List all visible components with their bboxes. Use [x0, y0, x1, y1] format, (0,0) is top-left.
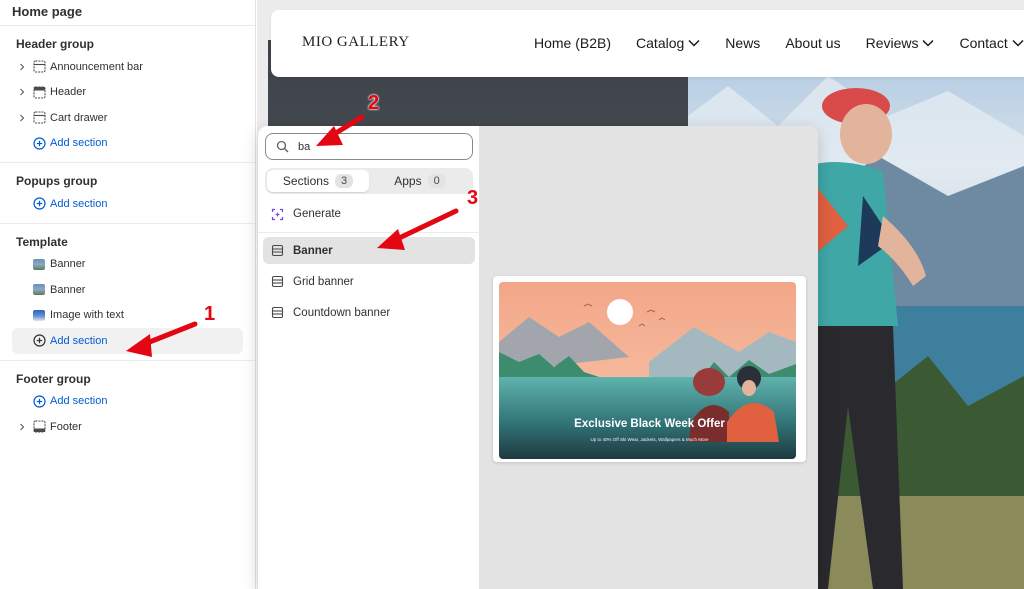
- nav-news[interactable]: News: [725, 35, 760, 51]
- annotation-number-1: 1: [204, 303, 216, 325]
- add-section-button[interactable]: Add section: [0, 389, 243, 415]
- footer-group: Footer group Add section Footer: [0, 361, 255, 446]
- popups-group: Popups group Add section: [0, 163, 255, 224]
- tab-count-badge: 3: [334, 174, 354, 188]
- section-announcement-bar[interactable]: Announcement bar: [0, 54, 243, 80]
- layout-section-icon: [32, 60, 46, 74]
- add-section-button[interactable]: Add section: [0, 131, 243, 157]
- chevron-down-icon: [922, 39, 935, 47]
- section-label: Announcement bar: [50, 60, 143, 73]
- tab-count-badge: 0: [427, 174, 446, 188]
- plus-circle-icon: [32, 334, 46, 348]
- banner-subtitle: Up to 40% Off Ski Wear, Jackets, Wallpap…: [590, 437, 709, 442]
- storefront-header: MIO GALLERY Home (B2B) Catalog News Abou…: [271, 10, 1024, 77]
- chevron-down-icon: [688, 39, 700, 47]
- chevron-down-icon: [1012, 39, 1024, 47]
- nav-contact[interactable]: Contact: [959, 35, 1024, 51]
- generate-button[interactable]: Generate: [265, 202, 473, 226]
- group-title-header: Header group: [16, 37, 95, 51]
- tab-apps[interactable]: Apps 0: [369, 170, 471, 192]
- section-preview-pane: Exclusive Black Week Offer Up to 40% Off…: [479, 126, 818, 589]
- section-banner[interactable]: Banner: [0, 277, 243, 303]
- search-box[interactable]: [265, 133, 473, 160]
- section-label: Footer: [50, 420, 82, 433]
- add-section-label: Add section: [50, 197, 108, 210]
- banner-illustration: [499, 282, 796, 459]
- section-picker: Sections3 Apps0 Generate Banner Grid ban…: [258, 126, 818, 589]
- result-countdown-banner[interactable]: Countdown banner: [263, 299, 475, 326]
- banner-preview-card: Exclusive Black Week Offer Up to 40% Off…: [493, 276, 806, 462]
- section-label: Header: [50, 86, 87, 99]
- layout-section-icon: [32, 111, 46, 125]
- group-title-template: Template: [16, 234, 68, 249]
- generate-label: Generate: [293, 208, 341, 220]
- section-banner[interactable]: Banner: [0, 252, 243, 278]
- magic-generate-icon: [271, 207, 285, 221]
- nav-about-us[interactable]: About us: [785, 35, 840, 51]
- image-icon: [32, 257, 46, 271]
- chevron-right-icon[interactable]: [16, 61, 28, 73]
- layout-header-icon: [32, 85, 46, 99]
- header-group: Header group Announcement bar Header Car…: [0, 26, 255, 163]
- divider: [258, 232, 479, 233]
- nav-reviews[interactable]: Reviews: [866, 35, 935, 51]
- result-label: Countdown banner: [293, 306, 391, 319]
- nav-home-b2b[interactable]: Home (B2B): [534, 35, 611, 51]
- plus-circle-icon: [32, 197, 46, 211]
- add-section-label: Add section: [50, 137, 108, 150]
- search-input[interactable]: [298, 140, 458, 153]
- section-template-icon: [271, 306, 285, 320]
- nav-catalog[interactable]: Catalog: [636, 35, 700, 51]
- image-text-icon: [32, 308, 46, 322]
- tab-sections[interactable]: Sections 3: [267, 170, 369, 192]
- layout-footer-icon: [32, 420, 46, 434]
- result-label: Banner: [293, 244, 333, 257]
- section-label: Image with text: [50, 309, 124, 322]
- chevron-right-icon[interactable]: [16, 86, 28, 98]
- editor-sidebar: Home page Header group Announcement bar …: [0, 0, 256, 589]
- search-icon: [276, 140, 290, 154]
- picker-tabs: Sections 3 Apps 0: [265, 168, 473, 194]
- chevron-right-icon[interactable]: [16, 112, 28, 124]
- template-group: Template Banner Banner Image with text A…: [0, 224, 255, 361]
- add-section-label: Add section: [50, 395, 108, 408]
- banner-title: Exclusive Black Week Offer: [574, 418, 725, 430]
- plus-circle-icon: [32, 394, 46, 408]
- result-label: Grid banner: [293, 275, 354, 288]
- section-template-icon: [271, 244, 285, 258]
- section-label: Banner: [50, 283, 86, 296]
- annotation-number-3: 3: [467, 187, 479, 209]
- brand-logo[interactable]: MIO GALLERY: [302, 34, 410, 51]
- section-template-icon: [271, 275, 285, 289]
- add-section-button[interactable]: Add section: [0, 191, 243, 217]
- image-icon: [32, 283, 46, 297]
- result-grid-banner[interactable]: Grid banner: [263, 268, 475, 295]
- plus-circle-icon: [32, 136, 46, 150]
- section-cart-drawer[interactable]: Cart drawer: [0, 105, 243, 131]
- group-title-popups: Popups group: [16, 174, 98, 188]
- chevron-right-icon[interactable]: [16, 421, 28, 433]
- result-banner[interactable]: Banner: [263, 237, 475, 264]
- section-footer[interactable]: Footer: [0, 414, 243, 440]
- add-section-label: Add section: [50, 334, 108, 347]
- section-label: Banner: [50, 258, 86, 271]
- section-label: Cart drawer: [50, 111, 108, 124]
- section-header[interactable]: Header: [0, 80, 243, 106]
- picker-list-pane: Sections3 Apps0 Generate Banner Grid ban…: [258, 126, 479, 589]
- group-title-footer: Footer group: [16, 371, 91, 386]
- add-section-button[interactable]: Add section: [12, 328, 243, 354]
- main-nav: Home (B2B) Catalog News About us Reviews…: [534, 35, 1024, 51]
- annotation-number-2: 2: [368, 92, 380, 114]
- page-title: Home page: [0, 0, 255, 26]
